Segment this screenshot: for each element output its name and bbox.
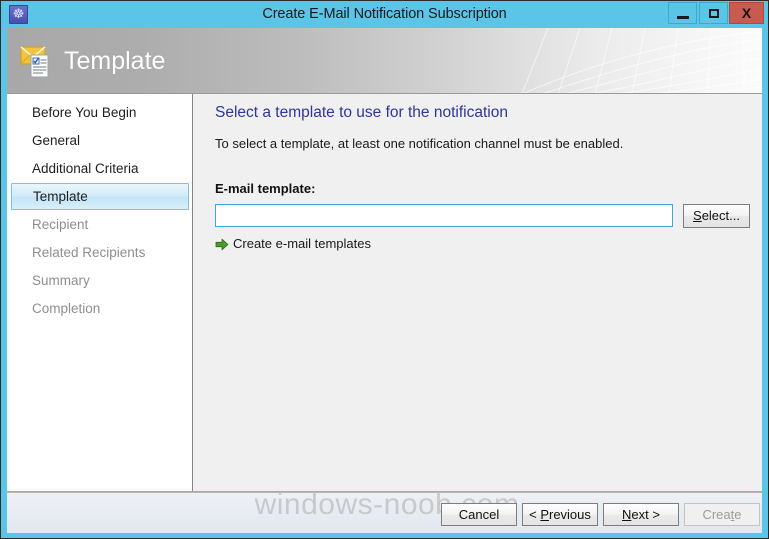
next-button-rest: ext > <box>631 507 660 522</box>
maximize-button[interactable] <box>699 2 728 24</box>
maximize-icon <box>709 9 719 18</box>
dialog-footer: windows-noob.com Cancel < Previous Next … <box>7 488 762 533</box>
email-template-input[interactable] <box>215 204 673 227</box>
previous-button[interactable]: < Previous <box>522 503 598 526</box>
sidebar-item-related-recipients[interactable]: Related Recipients <box>11 239 189 266</box>
create-email-templates-label: Create e-mail templates <box>233 236 371 251</box>
close-button[interactable]: X <box>729 2 764 24</box>
email-template-label: E-mail template: <box>215 181 316 196</box>
select-button-accesskey: S <box>693 208 702 223</box>
sidebar-item-completion[interactable]: Completion <box>11 295 189 322</box>
sidebar-item-additional-criteria[interactable]: Additional Criteria <box>11 155 189 182</box>
sidebar-item-template[interactable]: Template <box>11 183 189 210</box>
wizard-steps-sidebar: Before You Begin General Additional Crit… <box>7 94 193 491</box>
window-title: Create E-Mail Notification Subscription <box>262 6 507 22</box>
cancel-button[interactable]: Cancel <box>441 503 517 526</box>
sidebar-item-before-you-begin[interactable]: Before You Begin <box>11 99 189 126</box>
header-banner: Template <box>7 28 762 94</box>
previous-button-accesskey: P <box>540 507 549 522</box>
header-title: Template <box>64 47 166 75</box>
select-template-button[interactable]: Select... <box>683 204 750 228</box>
sidebar-item-recipient[interactable]: Recipient <box>11 211 189 238</box>
dialog-body: Before You Begin General Additional Crit… <box>7 94 762 491</box>
minimize-icon <box>677 16 689 19</box>
green-arrow-icon <box>215 238 229 251</box>
sidebar-item-general[interactable]: General <box>11 127 189 154</box>
next-button[interactable]: Next > <box>603 503 679 526</box>
minimize-button[interactable] <box>668 2 697 24</box>
title-bar[interactable]: ☸ Create E-Mail Notification Subscriptio… <box>1 1 768 28</box>
create-button[interactable]: Create <box>684 503 760 526</box>
create-button-prefix: Crea <box>702 507 731 522</box>
previous-button-prefix: < <box>529 507 541 522</box>
email-template-icon <box>20 46 49 78</box>
dialog-window: ☸ Create E-Mail Notification Subscriptio… <box>0 0 769 539</box>
header-mesh-decoration <box>521 28 762 94</box>
sidebar-item-summary[interactable]: Summary <box>11 267 189 294</box>
select-button-label-rest: elect... <box>701 208 740 223</box>
create-button-rest: e <box>734 507 742 522</box>
previous-button-rest: revious <box>548 507 591 522</box>
close-icon: X <box>741 5 752 21</box>
next-button-accesskey: N <box>622 507 632 522</box>
content-pane: Select a template to use for the notific… <box>194 94 762 491</box>
page-title: Select a template to use for the notific… <box>215 104 508 121</box>
page-description: To select a template, at least one notif… <box>215 136 624 151</box>
